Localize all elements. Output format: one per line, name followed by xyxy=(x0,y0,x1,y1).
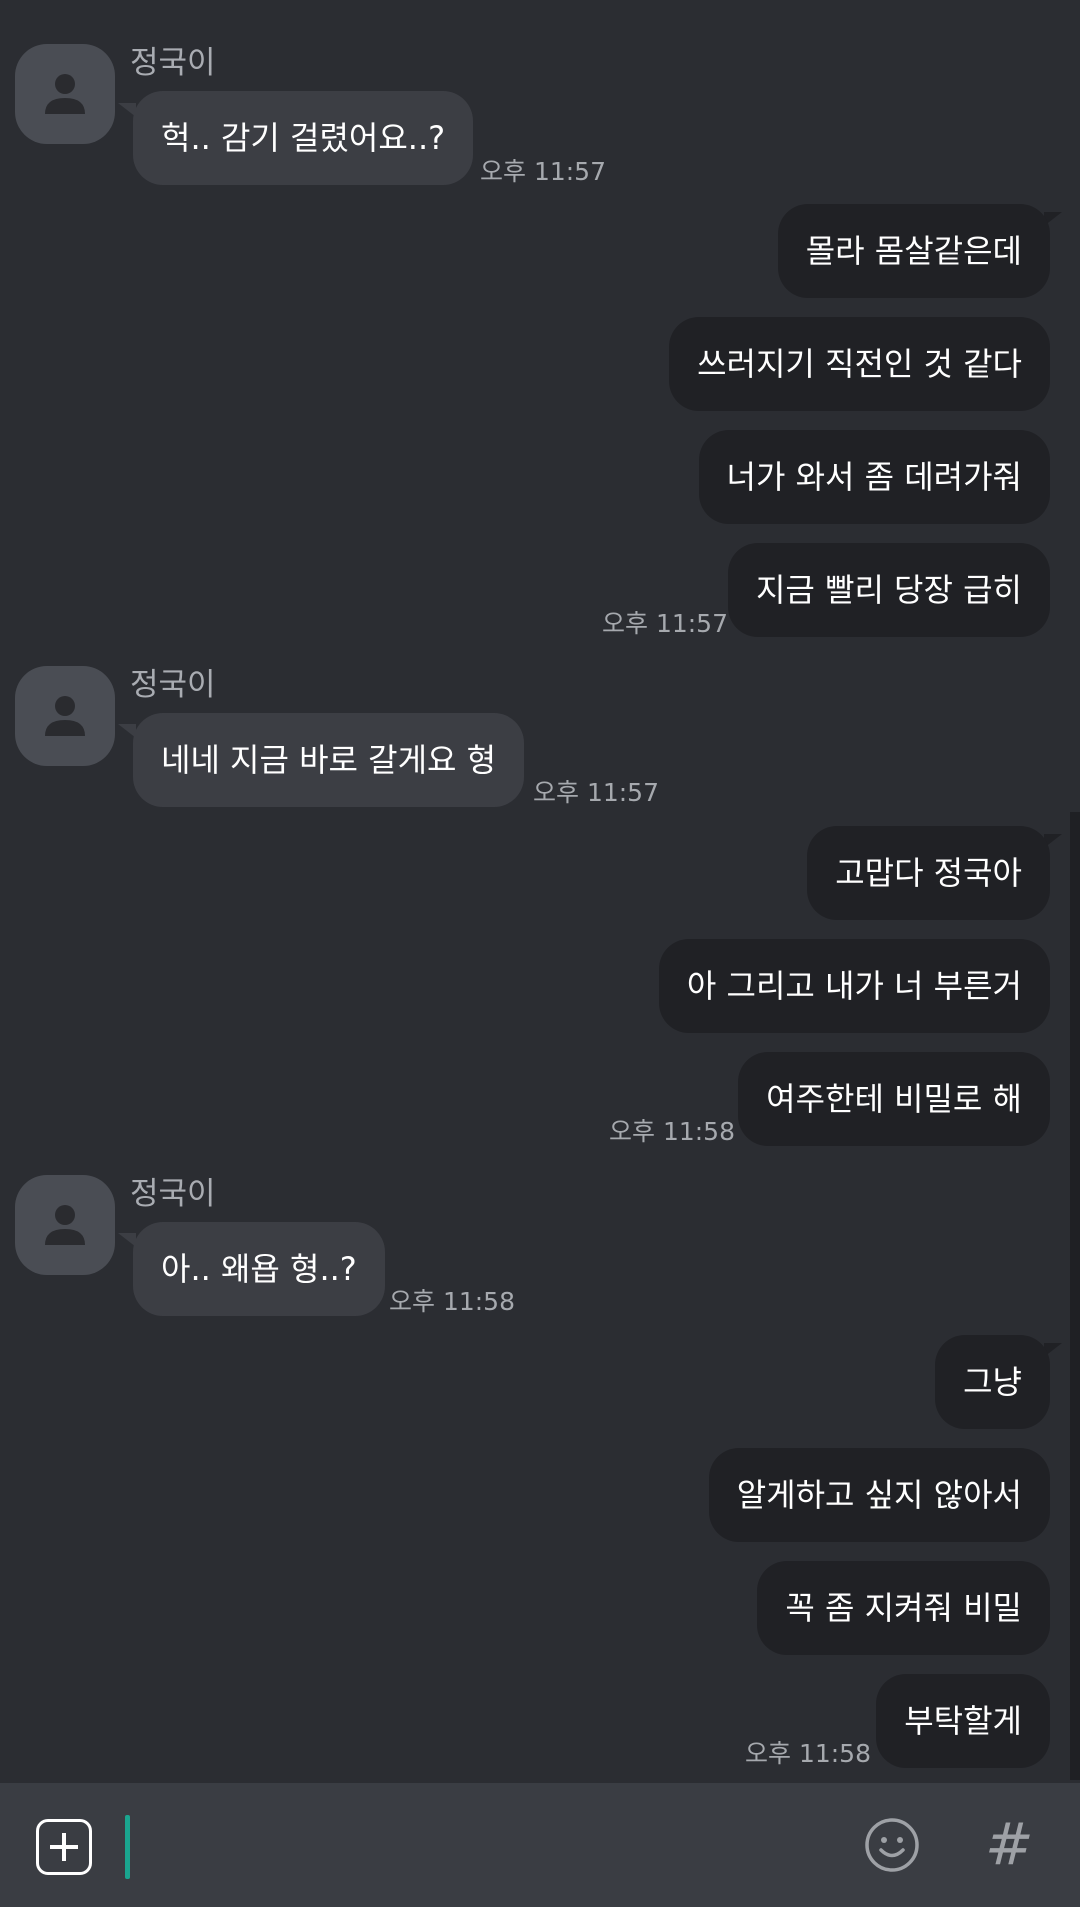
message-composer: # xyxy=(0,1783,1080,1907)
plus-square-icon[interactable] xyxy=(36,1819,92,1875)
contact-avatar[interactable] xyxy=(15,44,115,144)
hashtag-button[interactable]: # xyxy=(985,1809,1034,1879)
message-bubble-outgoing[interactable]: 고맙다 정국아 xyxy=(807,826,1050,920)
message-bubble-outgoing[interactable]: 꼭 좀 지켜줘 비밀 xyxy=(757,1561,1050,1655)
message-timestamp: 오후 11:58 xyxy=(389,1287,515,1316)
message-bubble-incoming[interactable]: 헉.. 감기 걸렸어요..? xyxy=(133,91,474,185)
person-icon xyxy=(45,74,85,114)
message-input-cursor[interactable] xyxy=(125,1815,130,1879)
message-bubble-incoming[interactable]: 아.. 왜욥 형..? xyxy=(133,1222,385,1316)
message-timestamp: 오후 11:58 xyxy=(745,1739,871,1768)
message-bubble-outgoing[interactable]: 지금 빨리 당장 급히 xyxy=(727,543,1050,637)
message-bubble-outgoing[interactable]: 쓰러지기 직전인 것 같다 xyxy=(669,317,1050,411)
message-timestamp: 오후 11:57 xyxy=(533,778,659,807)
sender-name: 정국이 xyxy=(130,1176,216,1212)
person-icon xyxy=(45,1205,85,1245)
contact-avatar[interactable] xyxy=(15,666,115,766)
message-timestamp: 오후 11:57 xyxy=(480,157,606,186)
message-bubble-outgoing[interactable]: 알게하고 싶지 않아서 xyxy=(708,1448,1050,1542)
message-bubble-outgoing[interactable]: 그냥 xyxy=(935,1335,1050,1429)
message-bubble-outgoing[interactable]: 몰라 몸살같은데 xyxy=(777,204,1050,298)
message-timestamp: 오후 11:58 xyxy=(609,1117,735,1146)
message-timestamp: 오후 11:57 xyxy=(602,609,728,638)
sender-name: 정국이 xyxy=(130,45,216,81)
smiley-icon[interactable] xyxy=(864,1817,920,1873)
contact-avatar[interactable] xyxy=(15,1175,115,1275)
person-icon xyxy=(45,696,85,736)
message-bubble-incoming[interactable]: 네네 지금 바로 갈게요 형 xyxy=(133,713,525,807)
message-bubble-outgoing[interactable]: 여주한테 비밀로 해 xyxy=(738,1052,1050,1146)
scrollbar[interactable] xyxy=(1070,812,1080,1780)
message-bubble-outgoing[interactable]: 너가 와서 좀 데려가줘 xyxy=(698,430,1050,524)
chat-message-list[interactable]: 정국이 헉.. 감기 걸렸어요..? 오후 11:57 몰라 몸살같은데 쓰러지… xyxy=(0,0,1080,1783)
message-bubble-outgoing[interactable]: 부탁할게 xyxy=(876,1674,1050,1768)
message-bubble-outgoing[interactable]: 아 그리고 내가 너 부른거 xyxy=(658,939,1050,1033)
sender-name: 정국이 xyxy=(130,667,216,703)
